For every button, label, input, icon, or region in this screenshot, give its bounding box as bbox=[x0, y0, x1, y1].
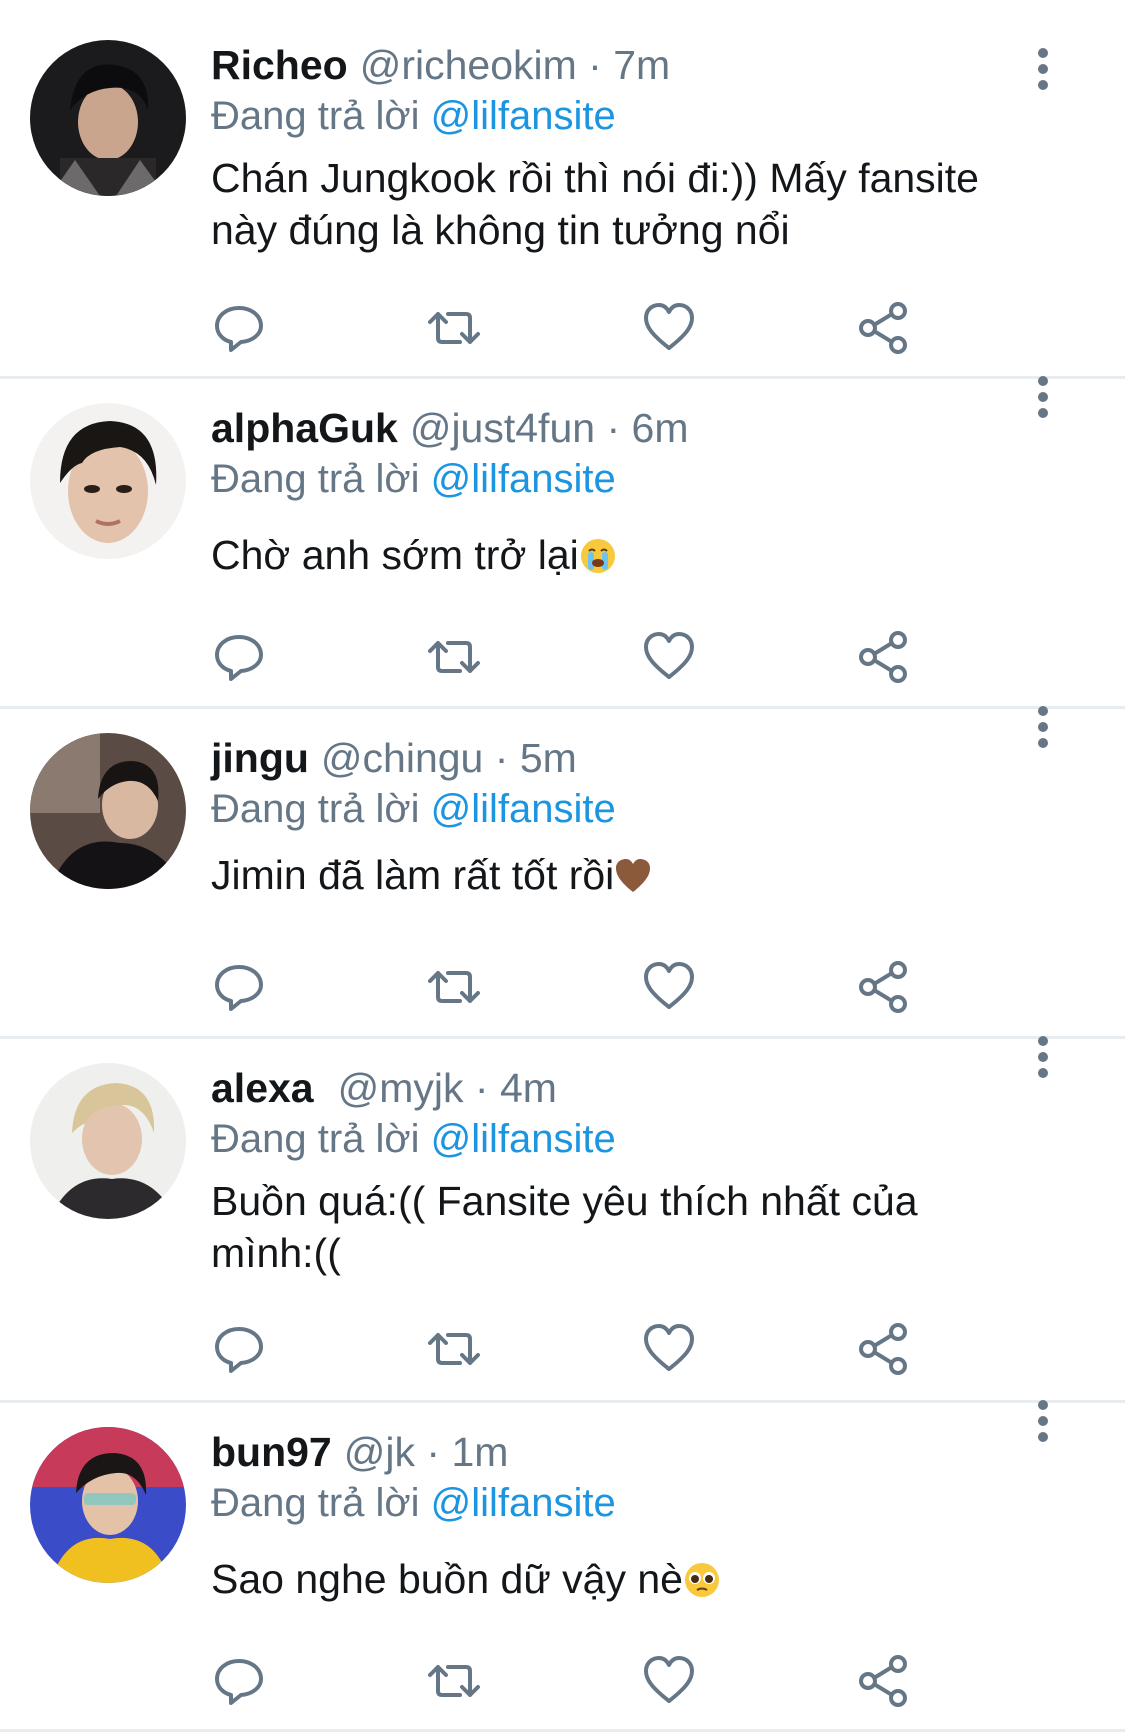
more-vertical-icon[interactable] bbox=[1028, 45, 1058, 95]
tweet-text-line: Chờ anh sớm trở lại bbox=[211, 532, 579, 578]
more-vertical-icon[interactable] bbox=[1028, 1397, 1058, 1447]
display-name[interactable]: Richeo bbox=[211, 42, 348, 88]
tweet-text: Sao nghe buồn dữ vậy nè bbox=[211, 1553, 1051, 1605]
tweet-header: bun97 @jk · 1m bbox=[211, 1427, 1051, 1477]
avatar[interactable] bbox=[30, 403, 186, 559]
tweet-actions bbox=[211, 959, 931, 1019]
display-name[interactable]: jingu bbox=[211, 735, 309, 781]
timestamp[interactable]: 7m bbox=[613, 42, 670, 88]
tweet-item[interactable]: alexa @myjk · 4m Đang trả lời @lilfansite… bbox=[0, 1036, 1125, 1402]
share-icon[interactable] bbox=[856, 1321, 912, 1377]
reply-prefix: Đang trả lời bbox=[211, 1117, 420, 1161]
reply-context: Đang trả lời @lilfansite bbox=[211, 90, 1051, 142]
more-vertical-icon[interactable] bbox=[1028, 1033, 1058, 1083]
heart-icon[interactable] bbox=[641, 959, 697, 1015]
reply-icon[interactable] bbox=[211, 300, 267, 356]
tweet-text: Buồn quá:(( Fansite yêu thích nhất của m… bbox=[211, 1175, 1051, 1279]
separator: · bbox=[606, 405, 621, 451]
retweet-icon[interactable] bbox=[426, 1321, 482, 1377]
tweet-text-line: Jimin đã làm rất tốt rồi bbox=[211, 852, 615, 898]
pleading-face-icon bbox=[683, 1559, 721, 1597]
username[interactable]: @just4fun bbox=[410, 405, 595, 451]
divider bbox=[0, 1729, 1125, 1732]
retweet-icon[interactable] bbox=[426, 300, 482, 356]
tweet-text-line: mình:(( bbox=[211, 1230, 341, 1276]
tweet-text: Jimin đã làm rất tốt rồi bbox=[211, 849, 1051, 901]
tweet-text: Chán Jungkook rồi thì nói đi:)) Mấy fans… bbox=[211, 152, 1051, 256]
heart-icon[interactable] bbox=[641, 1653, 697, 1709]
reply-mention[interactable]: @lilfansite bbox=[431, 457, 616, 501]
tweet-actions bbox=[211, 629, 931, 689]
reply-mention[interactable]: @lilfansite bbox=[431, 94, 616, 138]
avatar[interactable] bbox=[30, 733, 186, 889]
reply-context: Đang trả lời @lilfansite bbox=[211, 783, 1051, 835]
tweet-header: alphaGuk @just4fun · 6m bbox=[211, 403, 1051, 453]
reply-context: Đang trả lời @lilfansite bbox=[211, 453, 1051, 505]
retweet-icon[interactable] bbox=[426, 629, 482, 685]
reply-prefix: Đang trả lời bbox=[211, 787, 420, 831]
reply-icon[interactable] bbox=[211, 629, 267, 685]
retweet-icon[interactable] bbox=[426, 1653, 482, 1709]
reply-icon[interactable] bbox=[211, 1321, 267, 1377]
display-name[interactable]: alphaGuk bbox=[211, 405, 398, 451]
more-vertical-icon[interactable] bbox=[1028, 373, 1058, 423]
separator: · bbox=[588, 42, 602, 88]
username[interactable]: @chingu bbox=[321, 735, 483, 781]
tweet-text-line: Buồn quá:(( Fansite yêu thích nhất của bbox=[211, 1178, 918, 1224]
reply-mention[interactable]: @lilfansite bbox=[431, 1117, 616, 1161]
heart-icon[interactable] bbox=[641, 1321, 697, 1377]
reply-prefix: Đang trả lời bbox=[211, 1481, 420, 1525]
display-name[interactable]: bun97 bbox=[211, 1429, 332, 1475]
tweet-header: Richeo @richeokim · 7m bbox=[211, 40, 1051, 90]
avatar[interactable] bbox=[30, 40, 186, 196]
tweet-text: Chờ anh sớm trở lại bbox=[211, 529, 1051, 581]
more-vertical-icon[interactable] bbox=[1028, 703, 1058, 753]
separator: · bbox=[494, 735, 509, 781]
tweet-item[interactable]: alphaGuk @just4fun · 6m Đang trả lời @lil… bbox=[0, 376, 1125, 709]
heart-icon[interactable] bbox=[641, 629, 697, 685]
tweet-header: alexa @myjk · 4m bbox=[211, 1063, 1051, 1113]
timestamp[interactable]: 1m bbox=[451, 1429, 508, 1475]
share-icon[interactable] bbox=[856, 300, 912, 356]
share-icon[interactable] bbox=[856, 1653, 912, 1709]
reply-icon[interactable] bbox=[211, 1653, 267, 1709]
tweet-item[interactable]: bun97 @jk · 1m Đang trả lời @lilfansite S… bbox=[0, 1400, 1125, 1733]
separator: · bbox=[426, 1429, 441, 1475]
reply-mention[interactable]: @lilfansite bbox=[431, 1481, 616, 1525]
tweet-text-line: Sao nghe buồn dữ vậy nè bbox=[211, 1556, 683, 1602]
timestamp[interactable]: 5m bbox=[520, 735, 577, 781]
reply-icon[interactable] bbox=[211, 959, 267, 1015]
tweet-item[interactable]: jingu @chingu · 5m Đang trả lời @lilfansi… bbox=[0, 706, 1125, 1039]
brown-heart-icon bbox=[614, 855, 652, 893]
tweet-text-line: này đúng là không tin tưởng nổi bbox=[211, 207, 790, 253]
retweet-icon[interactable] bbox=[426, 959, 482, 1015]
share-icon[interactable] bbox=[856, 629, 912, 685]
heart-icon[interactable] bbox=[641, 300, 697, 356]
avatar[interactable] bbox=[30, 1427, 186, 1583]
tweet-item[interactable]: Richeo @richeokim · 7m Đang trả lời @lilf… bbox=[0, 0, 1125, 380]
username[interactable]: @jk bbox=[344, 1429, 415, 1475]
avatar[interactable] bbox=[30, 1063, 186, 1219]
tweet-actions bbox=[211, 300, 931, 360]
tweet-actions bbox=[211, 1653, 931, 1713]
loudly-crying-face-icon bbox=[579, 535, 617, 573]
reply-mention[interactable]: @lilfansite bbox=[431, 787, 616, 831]
reply-prefix: Đang trả lời bbox=[211, 94, 420, 138]
separator: · bbox=[474, 1065, 489, 1111]
display-name[interactable]: alexa bbox=[211, 1065, 314, 1111]
username[interactable]: @richeokim bbox=[360, 42, 577, 88]
reply-context: Đang trả lời @lilfansite bbox=[211, 1477, 1051, 1529]
share-icon[interactable] bbox=[856, 959, 912, 1015]
tweet-actions bbox=[211, 1321, 931, 1381]
tweet-header: jingu @chingu · 5m bbox=[211, 733, 1051, 783]
reply-prefix: Đang trả lời bbox=[211, 457, 420, 501]
timestamp[interactable]: 6m bbox=[632, 405, 689, 451]
reply-context: Đang trả lời @lilfansite bbox=[211, 1113, 1051, 1165]
username[interactable]: @myjk bbox=[338, 1065, 464, 1111]
tweet-text-line: Chán Jungkook rồi thì nói đi:)) Mấy fans… bbox=[211, 155, 979, 201]
timestamp[interactable]: 4m bbox=[500, 1065, 557, 1111]
